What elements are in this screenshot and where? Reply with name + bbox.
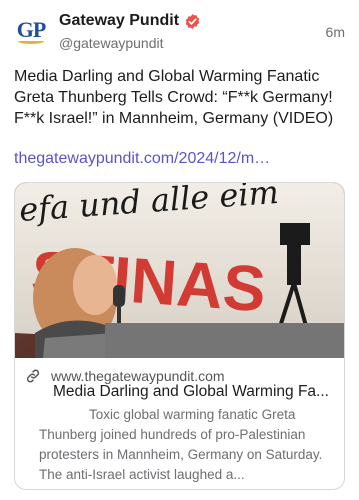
verified-badge-icon <box>185 13 200 29</box>
avatar-swoosh <box>18 38 44 44</box>
author-handle[interactable]: @gatewaypundit <box>59 35 164 51</box>
post-text: Media Darling and Global Warming Fanatic… <box>14 68 334 127</box>
avatar[interactable]: GP <box>12 12 50 50</box>
post-timestamp: 6m <box>325 24 345 40</box>
post-header: GP Gateway Pundit @gatewaypundit 6m <box>12 8 347 54</box>
post-link[interactable]: thegatewaypundit.com/2024/12/m… <box>14 150 349 168</box>
author-name[interactable]: Gateway Pundit <box>59 12 179 30</box>
link-icon <box>26 369 40 383</box>
card-domain: www.thegatewaypundit.com <box>51 368 225 384</box>
card-description: Toxic global warming fanatic Greta Thunb… <box>39 407 323 482</box>
card-title[interactable]: Media Darling and Global Warming Fa... <box>53 383 339 401</box>
link-preview-card[interactable]: efa und alle eim STINAS www.thegatewaypu… <box>14 182 345 490</box>
name-row: Gateway Pundit <box>59 12 201 30</box>
card-image[interactable]: efa und alle eim STINAS <box>15 183 345 358</box>
